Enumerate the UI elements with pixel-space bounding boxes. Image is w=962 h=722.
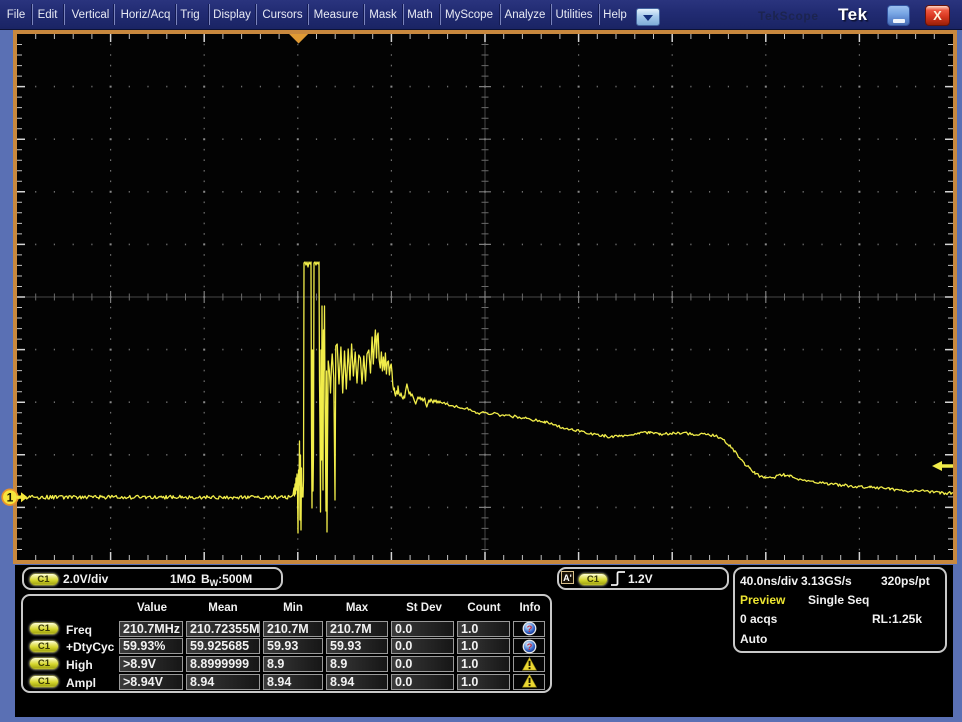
svg-text:?: ? [527, 642, 533, 653]
svg-text:?: ? [527, 624, 533, 635]
svg-text:1: 1 [7, 491, 14, 505]
